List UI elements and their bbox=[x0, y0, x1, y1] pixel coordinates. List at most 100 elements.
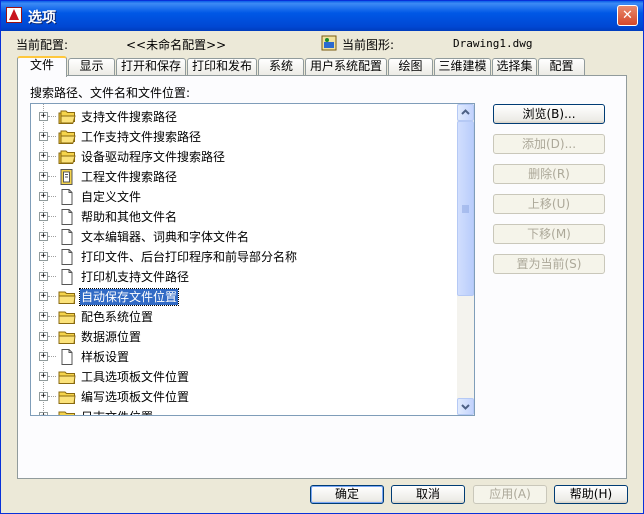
tree-connector bbox=[48, 296, 56, 297]
tree-connector bbox=[48, 336, 56, 337]
tree-item-label: 数据源位置 bbox=[81, 330, 142, 344]
tree-item-label: 工作支持文件搜索路径 bbox=[81, 130, 202, 144]
tab-open-save[interactable]: 打开和保存 bbox=[116, 58, 186, 75]
tab-profiles[interactable]: 配置 bbox=[538, 58, 585, 75]
expand-icon[interactable]: + bbox=[39, 192, 48, 201]
tree-item[interactable]: + 编写选项板文件位置 bbox=[31, 387, 461, 407]
folder-icon bbox=[58, 408, 76, 415]
tree-item[interactable]: + 日志文件位置 bbox=[31, 407, 461, 415]
expand-icon[interactable]: + bbox=[39, 292, 48, 301]
ok-button[interactable]: 确定 bbox=[310, 485, 384, 504]
file-icon bbox=[58, 268, 76, 286]
tree-item[interactable]: + 配色系统位置 bbox=[31, 307, 461, 327]
tree-item[interactable]: + 样板设置 bbox=[31, 347, 461, 367]
tree-item[interactable]: + 数据源位置 bbox=[31, 327, 461, 347]
options-dialog: 选项 ✕ 当前配置: <<未命名配置>> 当前图形: Drawing1.dwg … bbox=[0, 0, 644, 514]
remove-button[interactable]: 删除(R) bbox=[493, 164, 605, 184]
tree-connector bbox=[48, 356, 56, 357]
tree-connector bbox=[48, 276, 56, 277]
tree-item[interactable]: + 工程文件搜索路径 bbox=[31, 167, 461, 187]
tree-item-label: 文本编辑器、词典和字体文件名 bbox=[81, 230, 250, 244]
expand-icon[interactable]: + bbox=[39, 312, 48, 321]
tree-item-label: 工具选项板文件位置 bbox=[81, 370, 190, 384]
expand-icon[interactable]: + bbox=[39, 112, 48, 121]
tree-item[interactable]: + 文本编辑器、词典和字体文件名 bbox=[31, 227, 461, 247]
tree-item-label: 打印机支持文件路径 bbox=[81, 270, 190, 284]
tree-item[interactable]: + 设备驱动程序文件搜索路径 bbox=[31, 147, 461, 167]
close-button[interactable]: ✕ bbox=[617, 5, 638, 26]
drawing-file-icon bbox=[321, 35, 337, 51]
autocad-app-icon bbox=[6, 7, 22, 23]
tree-connector bbox=[48, 376, 56, 377]
help-button[interactable]: 帮助(H) bbox=[554, 485, 628, 504]
tab-user-preferences[interactable]: 用户系统配置 bbox=[305, 58, 387, 75]
folder-icon bbox=[58, 288, 76, 306]
scroll-down-button[interactable] bbox=[457, 398, 474, 415]
tree-item-label: 工程文件搜索路径 bbox=[81, 170, 178, 184]
title-bar[interactable]: 选项 ✕ bbox=[1, 1, 643, 31]
tree-connector bbox=[48, 316, 56, 317]
tree-item-label: 配色系统位置 bbox=[81, 310, 154, 324]
expand-icon[interactable]: + bbox=[39, 372, 48, 381]
folder-icon bbox=[58, 368, 76, 386]
folders-icon bbox=[58, 148, 76, 166]
apply-button[interactable]: 应用(A) bbox=[473, 485, 547, 504]
tab-selection[interactable]: 选择集 bbox=[492, 58, 537, 75]
tree-item[interactable]: + 自动保存文件位置 bbox=[31, 287, 461, 307]
expand-icon[interactable]: + bbox=[39, 232, 48, 241]
tab-files[interactable]: 文件 bbox=[17, 56, 67, 77]
current-drawing-value: Drawing1.dwg bbox=[453, 37, 533, 50]
current-profile-value: <<未命名配置>> bbox=[126, 38, 227, 52]
tree-item-label: 打印文件、后台打印程序和前导部分名称 bbox=[81, 250, 298, 264]
tree-item[interactable]: + 工具选项板文件位置 bbox=[31, 367, 461, 387]
expand-icon[interactable]: + bbox=[39, 272, 48, 281]
set-current-button[interactable]: 置为当前(S) bbox=[493, 254, 605, 274]
tree-item[interactable]: + 自定义文件 bbox=[31, 187, 461, 207]
expand-icon[interactable]: + bbox=[39, 172, 48, 181]
expand-icon[interactable]: + bbox=[39, 152, 48, 161]
file-icon bbox=[58, 208, 76, 226]
move-up-button[interactable]: 上移(U) bbox=[493, 194, 605, 214]
folders-icon bbox=[58, 108, 76, 126]
vertical-scrollbar[interactable] bbox=[457, 104, 474, 415]
expand-icon[interactable]: + bbox=[39, 332, 48, 341]
tree-connector bbox=[48, 196, 56, 197]
scroll-up-button[interactable] bbox=[457, 104, 474, 121]
file-icon bbox=[58, 228, 76, 246]
tree-item[interactable]: + 工作支持文件搜索路径 bbox=[31, 127, 461, 147]
tree-item-label: 日志文件位置 bbox=[80, 409, 154, 415]
tree-item[interactable]: + 帮助和其他文件名 bbox=[31, 207, 461, 227]
folder-icon bbox=[58, 328, 76, 346]
scroll-thumb[interactable] bbox=[457, 121, 474, 296]
files-tab-panel: 搜索路径、文件名和文件位置: + 支持文件搜索路径 + 工作支持文件搜索路径 + 设备驱动… bbox=[17, 75, 627, 479]
tree-item[interactable]: + 打印机支持文件路径 bbox=[31, 267, 461, 287]
file-icon bbox=[58, 188, 76, 206]
chevron-up-icon bbox=[461, 109, 470, 115]
tab-system[interactable]: 系统 bbox=[258, 58, 304, 75]
grip-icon bbox=[462, 205, 469, 213]
tree-item[interactable]: + 支持文件搜索路径 bbox=[31, 107, 461, 127]
cancel-button[interactable]: 取消 bbox=[391, 485, 465, 504]
tab-plot-publish[interactable]: 打印和发布 bbox=[187, 58, 257, 75]
tab-drafting[interactable]: 绘图 bbox=[388, 58, 433, 75]
expand-icon[interactable]: + bbox=[39, 392, 48, 401]
tab-display[interactable]: 显示 bbox=[68, 58, 115, 75]
tree-item-label: 支持文件搜索路径 bbox=[81, 110, 178, 124]
chevron-down-icon bbox=[461, 404, 470, 410]
tree-connector bbox=[48, 236, 56, 237]
move-down-button[interactable]: 下移(M) bbox=[493, 224, 605, 244]
tree-item-label: 设备驱动程序文件搜索路径 bbox=[81, 150, 226, 164]
tree-item-label: 自定义文件 bbox=[81, 190, 142, 204]
browse-button[interactable]: 浏览(B)... bbox=[493, 104, 605, 124]
add-button[interactable]: 添加(D)... bbox=[493, 134, 605, 154]
expand-icon[interactable]: + bbox=[39, 212, 48, 221]
tree-item[interactable]: + 打印文件、后台打印程序和前导部分名称 bbox=[31, 247, 461, 267]
current-drawing-label: 当前图形: bbox=[342, 38, 395, 52]
file-locations-tree[interactable]: + 支持文件搜索路径 + 工作支持文件搜索路径 + 设备驱动程序文件搜索路径 + 工程文件搜索… bbox=[30, 103, 475, 416]
expand-icon[interactable]: + bbox=[39, 412, 48, 415]
tree-connector bbox=[48, 216, 56, 217]
tab-3d-modeling[interactable]: 三维建模 bbox=[434, 58, 491, 75]
expand-icon[interactable]: + bbox=[39, 352, 48, 361]
expand-icon[interactable]: + bbox=[39, 132, 48, 141]
expand-icon[interactable]: + bbox=[39, 252, 48, 261]
